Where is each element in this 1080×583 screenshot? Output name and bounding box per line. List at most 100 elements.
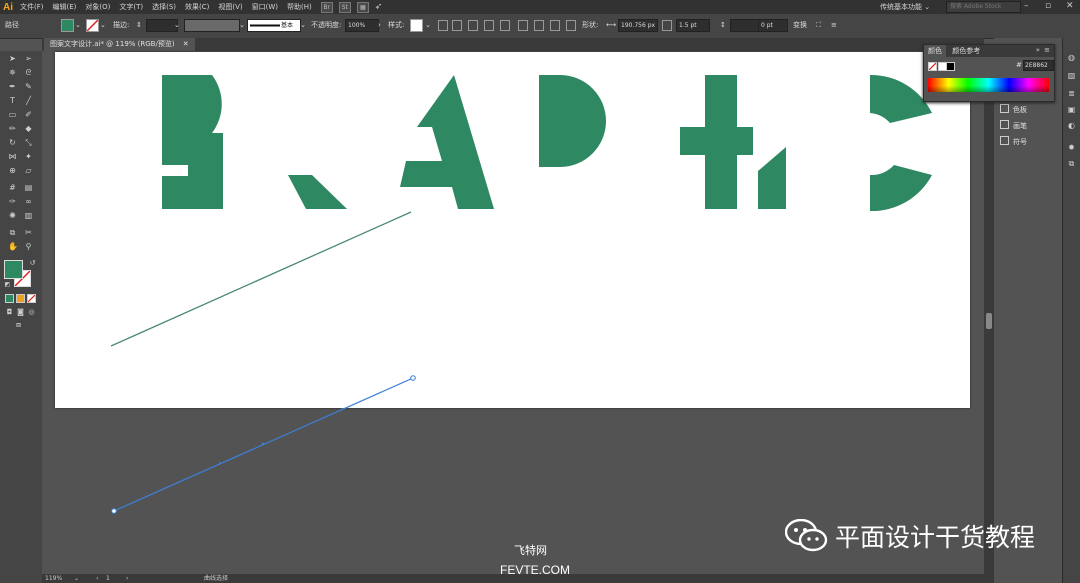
color-mode-icon[interactable] xyxy=(5,294,14,303)
brush-definition-field[interactable]: 基本 xyxy=(247,19,301,32)
libraries-icon[interactable]: ▣ xyxy=(1067,106,1076,114)
letter-i-fragment[interactable] xyxy=(758,147,786,209)
selection-tool-icon[interactable]: ➤ xyxy=(8,55,17,63)
screen-mode-icon[interactable]: ⧈ xyxy=(14,321,23,329)
next-artboard-icon[interactable]: › xyxy=(126,574,128,583)
control-panel-menu-icon[interactable]: ≡ xyxy=(831,20,837,31)
default-colors-icon[interactable]: ◩ xyxy=(3,281,12,289)
shape-builder-tool-icon[interactable]: ⊕ xyxy=(8,167,17,175)
gradient-mode-icon[interactable] xyxy=(16,294,25,303)
menu-object[interactable]: 对象(O) xyxy=(85,2,110,12)
graphic-styles-icon[interactable]: ✹ xyxy=(1067,144,1076,152)
hex-input[interactable]: 2E8862 xyxy=(1023,60,1054,71)
bridge-button[interactable]: Br xyxy=(320,1,333,13)
menu-effect[interactable]: 效果(C) xyxy=(185,2,209,12)
lasso-tool-icon[interactable]: ᘓ xyxy=(24,69,33,77)
fill-color-box[interactable] xyxy=(4,260,23,279)
scale-tool-icon[interactable]: ⤡ xyxy=(24,139,33,147)
letter-r-fragment[interactable] xyxy=(288,175,347,209)
rectangle-tool-icon[interactable]: ▭ xyxy=(8,111,17,119)
workspace-switcher[interactable]: 传统基本功能 ⌄ xyxy=(880,2,930,12)
distribute-icon[interactable] xyxy=(566,20,576,31)
dock-item-symbols[interactable]: 符号 xyxy=(1000,136,1027,148)
document-tab[interactable]: 图案文字设计.ai* @ 119% (RGB/预览) ✕ xyxy=(44,38,195,51)
tab-color-guide[interactable]: 颜色参考 xyxy=(948,45,984,57)
draw-behind-icon[interactable]: ◙ xyxy=(16,308,25,316)
align-right-icon[interactable] xyxy=(500,20,510,31)
opacity-field[interactable]: 100% xyxy=(345,19,379,32)
scroll-thumb[interactable] xyxy=(986,313,992,329)
color-guide-icon[interactable]: ◍ xyxy=(1067,54,1076,62)
corner-value-field[interactable]: 0 pt xyxy=(758,19,788,32)
puppet-warp-tool-icon[interactable]: ✦ xyxy=(24,153,33,161)
menu-help[interactable]: 帮助(H) xyxy=(287,2,312,12)
tab-color[interactable]: 颜色 xyxy=(924,45,946,57)
stroke-weight-stepper-icon[interactable]: ⇕ xyxy=(136,20,142,31)
style-dropdown-icon[interactable]: ⌄ xyxy=(425,20,431,31)
rotate-tool-icon[interactable]: ↻ xyxy=(8,139,17,147)
shape-width-field[interactable]: 190.756 px xyxy=(618,19,658,32)
blend-tool-icon[interactable]: ∞ xyxy=(24,198,33,206)
slice-tool-icon[interactable]: ✂ xyxy=(24,229,33,237)
fill-dropdown-icon[interactable]: ⌄ xyxy=(75,20,81,31)
hand-tool-icon[interactable]: ✋ xyxy=(8,243,18,251)
align-top-icon[interactable] xyxy=(518,20,528,31)
stock-search-input[interactable]: 搜索 Adobe Stock xyxy=(946,1,1021,13)
draw-normal-icon[interactable]: ◘ xyxy=(5,308,14,316)
menu-select[interactable]: 选择(S) xyxy=(152,2,176,12)
dock-item-swatches[interactable]: 色板 xyxy=(1000,104,1027,116)
appearance-icon[interactable]: ◐ xyxy=(1067,122,1076,130)
align-middle-icon[interactable] xyxy=(534,20,544,31)
column-graph-tool-icon[interactable]: ▥ xyxy=(24,212,33,220)
menu-file[interactable]: 文件(F) xyxy=(20,2,44,12)
arrange-documents-icon[interactable]: ▦ xyxy=(356,1,369,13)
shape-height-field[interactable]: 1.5 pt xyxy=(676,19,710,32)
paintbrush-tool-icon[interactable]: ✐ xyxy=(24,111,33,119)
stock-button[interactable]: St xyxy=(338,1,351,13)
isolate-icon[interactable]: ⛶ xyxy=(816,20,821,31)
transform-button[interactable]: 变换 xyxy=(793,20,807,31)
minimize-icon[interactable]: – xyxy=(1024,1,1029,11)
none-mode-icon[interactable] xyxy=(27,294,36,303)
constrain-proportions-icon[interactable] xyxy=(662,20,672,31)
layers-icon[interactable]: ≣ xyxy=(1067,90,1076,98)
graphic-word-art[interactable] xyxy=(162,74,932,212)
align-center-icon[interactable] xyxy=(484,20,494,31)
align-to-icon[interactable] xyxy=(452,20,462,31)
maximize-icon[interactable]: ▫ xyxy=(1045,1,1051,11)
align-bottom-icon[interactable] xyxy=(550,20,560,31)
letter-a[interactable] xyxy=(400,75,494,209)
menu-edit[interactable]: 编辑(E) xyxy=(53,2,77,12)
magic-wand-tool-icon[interactable]: ✵ xyxy=(8,69,17,77)
color-spectrum[interactable] xyxy=(928,78,1049,92)
direct-selection-tool-icon[interactable]: ➢ xyxy=(24,55,33,63)
export-icon[interactable]: ⧉ xyxy=(1067,160,1076,168)
stroke-weight-dropdown-icon[interactable]: ⌄ xyxy=(174,20,180,31)
shaper-tool-icon[interactable]: ✏ xyxy=(8,125,17,133)
type-tool-icon[interactable]: T xyxy=(8,97,17,105)
menu-view[interactable]: 视图(V) xyxy=(218,2,242,12)
stroke-swatch[interactable] xyxy=(86,19,99,32)
zoom-tool-icon[interactable]: ⚲ xyxy=(24,243,33,251)
close-tab-icon[interactable]: ✕ xyxy=(183,40,189,48)
collapse-panel-icon[interactable]: » xyxy=(1036,46,1040,54)
align-left-icon[interactable] xyxy=(468,20,478,31)
canvas-area[interactable] xyxy=(42,51,984,574)
symbol-sprayer-tool-icon[interactable]: ✺ xyxy=(8,212,17,220)
letter-h[interactable] xyxy=(680,75,753,209)
eyedropper-tool-icon[interactable]: ✑ xyxy=(8,198,17,206)
variable-width-profile[interactable] xyxy=(184,19,240,32)
perspective-grid-tool-icon[interactable]: ▱ xyxy=(24,167,33,175)
gradient-tool-icon[interactable]: ▤ xyxy=(24,184,33,192)
stroke-dropdown-icon[interactable]: ⌄ xyxy=(100,20,106,31)
menu-type[interactable]: 文字(T) xyxy=(119,2,143,12)
selected-path[interactable] xyxy=(111,375,416,514)
artboard-tool-icon[interactable]: ⧉ xyxy=(8,229,17,237)
dock-item-brushes[interactable]: 画笔 xyxy=(1000,120,1027,132)
zoom-dropdown-icon[interactable]: ⌄ xyxy=(74,574,79,583)
opacity-arrow-icon[interactable]: › xyxy=(378,20,381,31)
line-tool-icon[interactable]: ╱ xyxy=(24,97,33,105)
swap-colors-icon[interactable]: ↺ xyxy=(28,259,37,267)
artboard-number[interactable]: 1 xyxy=(106,574,110,583)
pen-tool-icon[interactable]: ✒ xyxy=(8,83,17,91)
